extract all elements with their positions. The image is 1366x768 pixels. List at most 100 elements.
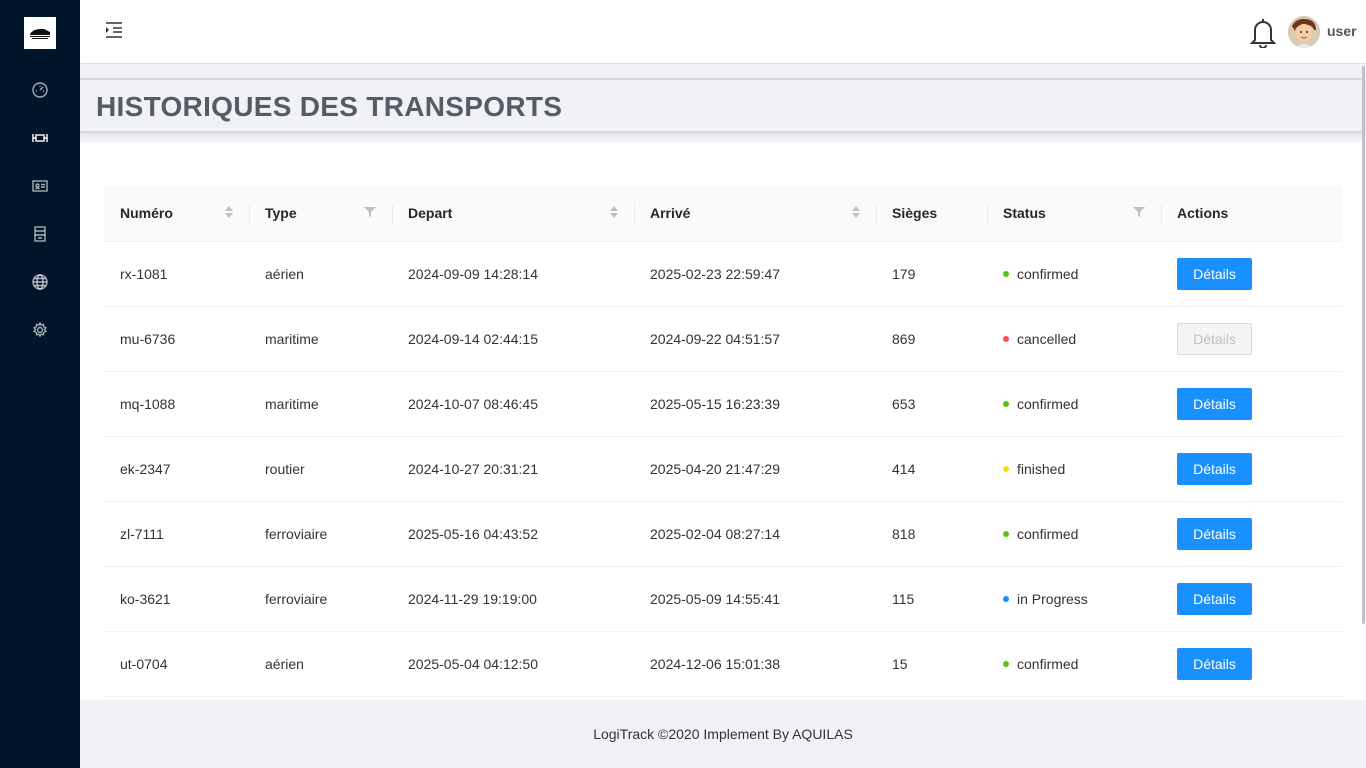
details-button[interactable]: Détails: [1177, 582, 1252, 615]
table-row: ek-2347 routier 2024-10-27 20:31:21 2025-04…: [104, 436, 1342, 502]
cell-depart: 2024-11-29 19:19:00: [392, 566, 634, 632]
sort-icon[interactable]: [852, 206, 860, 218]
cell-sieges: 15: [876, 631, 987, 697]
cell-actions: Détails: [1161, 631, 1342, 697]
details-button[interactable]: Détails: [1177, 257, 1252, 290]
table-row: zl-7111 ferroviaire 2025-05-16 04:43:52 202…: [104, 501, 1342, 567]
filter-icon[interactable]: [1133, 206, 1145, 218]
notification-bell-icon[interactable]: [1249, 16, 1277, 49]
cell-numero: zl-7111: [104, 501, 249, 567]
table-row: rx-1081 aérien 2024-09-09 14:28:14 2025-02-…: [104, 241, 1342, 307]
status-dot-icon: [1003, 465, 1009, 472]
filter-icon[interactable]: [364, 206, 376, 218]
settings-icon: [33, 322, 47, 338]
nav-documents[interactable]: [0, 214, 80, 254]
cell-sieges: 653: [876, 371, 987, 437]
cell-type: ferroviaire: [249, 566, 392, 632]
transports-table: Numéro Type Depart Arrivé Sièges Status …: [104, 186, 1342, 697]
cell-actions: Détails: [1161, 371, 1342, 437]
nav-global[interactable]: [0, 262, 80, 302]
status-label: confirmed: [1017, 265, 1079, 282]
nav-settings[interactable]: [0, 310, 80, 350]
column-header-arrive[interactable]: Arrivé: [634, 186, 876, 242]
column-header-status[interactable]: Status: [987, 186, 1161, 242]
cell-status: confirmed: [987, 371, 1161, 437]
column-header-numero[interactable]: Numéro: [104, 186, 249, 242]
cell-actions: Détails: [1161, 306, 1342, 372]
cell-sieges: 869: [876, 306, 987, 372]
content-card: Numéro Type Depart Arrivé Sièges Status …: [80, 142, 1365, 700]
cell-actions: Détails: [1161, 241, 1342, 307]
cell-depart: 2024-10-27 20:31:21: [392, 436, 634, 502]
cell-sieges: 818: [876, 501, 987, 567]
nav-transports[interactable]: [0, 118, 80, 158]
avatar-image-icon: [1288, 16, 1320, 48]
column-header-sieges: Sièges: [876, 186, 987, 242]
cell-actions: Détails: [1161, 436, 1342, 502]
cell-sieges: 414: [876, 436, 987, 502]
status-label: confirmed: [1017, 525, 1079, 542]
status-dot-icon: [1003, 660, 1009, 667]
status-dot-icon: [1003, 400, 1009, 407]
cell-numero: ko-3621: [104, 566, 249, 632]
user-avatar[interactable]: [1288, 16, 1320, 48]
column-header-depart[interactable]: Depart: [392, 186, 634, 242]
cell-arrive: 2025-04-20 21:47:29: [634, 436, 876, 502]
menu-unfold-icon[interactable]: [104, 20, 124, 40]
column-header-type[interactable]: Type: [249, 186, 392, 242]
cell-status: in Progress: [987, 566, 1161, 632]
cell-numero: ek-2347: [104, 436, 249, 502]
cell-numero: ut-0704: [104, 631, 249, 697]
id-card-icon: [32, 180, 48, 192]
cell-numero: mq-1088: [104, 371, 249, 437]
cell-sieges: 115: [876, 566, 987, 632]
status-label: finished: [1017, 460, 1066, 477]
cell-type: maritime: [249, 306, 392, 372]
scrollbar[interactable]: [1362, 66, 1365, 624]
transport-icon: [32, 134, 48, 142]
cell-actions: Détails: [1161, 566, 1342, 632]
cell-arrive: 2024-09-22 04:51:57: [634, 306, 876, 372]
cell-status: confirmed: [987, 241, 1161, 307]
details-button[interactable]: Détails: [1177, 517, 1252, 550]
details-button[interactable]: Détails: [1177, 387, 1252, 420]
cell-depart: 2024-09-09 14:28:14: [392, 241, 634, 307]
table-header-row: Numéro Type Depart Arrivé Sièges Status …: [104, 186, 1342, 242]
nav-dashboard[interactable]: [0, 70, 80, 110]
cell-numero: mu-6736: [104, 306, 249, 372]
page-title: HISTORIQUES DES TRANSPORTS: [96, 91, 563, 122]
cell-actions: Détails: [1161, 501, 1342, 567]
globe-icon: [32, 274, 48, 290]
cell-status: confirmed: [987, 501, 1161, 567]
footer: LogiTrack ©2020 Implement By AQUILAS: [80, 700, 1366, 768]
status-dot-icon: [1003, 270, 1009, 277]
status-dot-icon: [1003, 335, 1009, 342]
cell-type: maritime: [249, 371, 392, 437]
train-logo-icon: [30, 28, 50, 39]
cell-arrive: 2025-05-09 14:55:41: [634, 566, 876, 632]
sort-icon[interactable]: [610, 206, 618, 218]
cell-status: confirmed: [987, 631, 1161, 697]
table-row: mq-1088 maritime 2024-10-07 08:46:45 2025-0…: [104, 371, 1342, 437]
cell-type: ferroviaire: [249, 501, 392, 567]
table-row: ko-3621 ferroviaire 2024-11-29 19:19:00 202…: [104, 566, 1342, 632]
table-row: mu-6736 maritime 2024-09-14 02:44:15 2024-0…: [104, 306, 1342, 372]
status-label: in Progress: [1017, 590, 1088, 607]
cell-type: aérien: [249, 631, 392, 697]
dashboard-icon: [32, 82, 48, 98]
nav-users[interactable]: [0, 166, 80, 206]
app-logo[interactable]: [24, 17, 56, 49]
cell-depart: 2024-10-07 08:46:45: [392, 371, 634, 437]
column-header-actions: Actions: [1161, 186, 1342, 242]
cell-arrive: 2025-05-15 16:23:39: [634, 371, 876, 437]
cell-type: routier: [249, 436, 392, 502]
user-name[interactable]: user: [1327, 23, 1357, 39]
sort-icon[interactable]: [225, 206, 233, 218]
details-button[interactable]: Détails: [1177, 647, 1252, 680]
status-label: confirmed: [1017, 395, 1079, 412]
cell-sieges: 179: [876, 241, 987, 307]
details-button[interactable]: Détails: [1177, 452, 1252, 485]
page-header: HISTORIQUES DES TRANSPORTS: [80, 78, 1365, 133]
document-icon: [34, 226, 46, 242]
status-dot-icon: [1003, 595, 1009, 602]
